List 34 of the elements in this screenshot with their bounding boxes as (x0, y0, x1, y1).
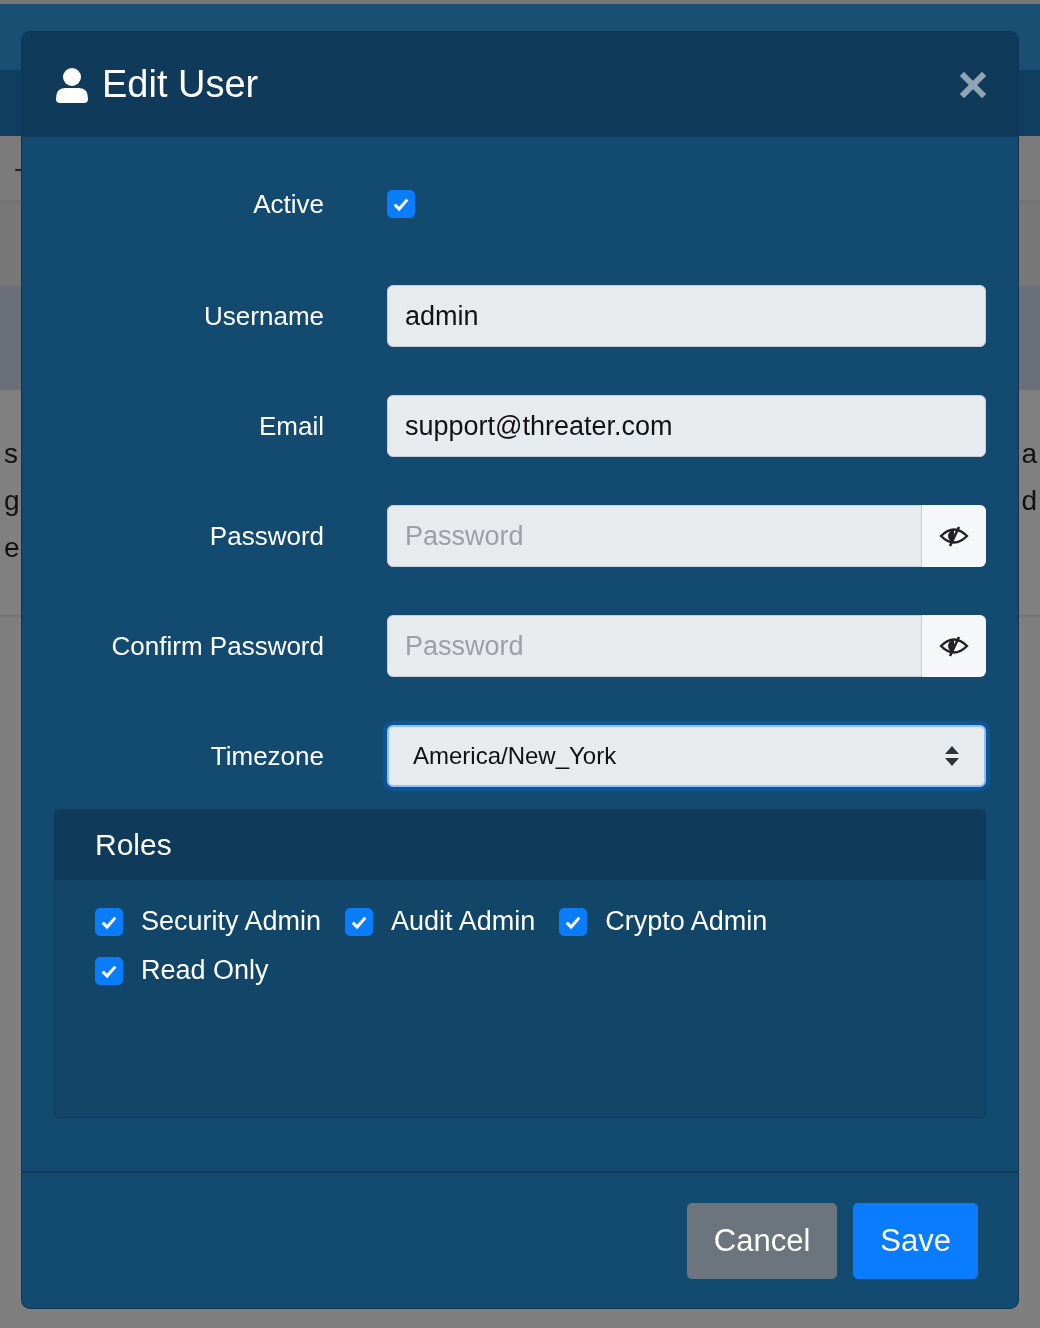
role-checkbox[interactable]: Security Admin (95, 906, 322, 937)
background-text: g (4, 484, 20, 518)
input-field[interactable]: support@threater.com (387, 395, 986, 457)
panel-title: Roles (95, 828, 172, 862)
background-text: e (4, 531, 20, 565)
background-text: d (1021, 484, 1037, 518)
field-label: Active (252, 188, 324, 220)
eye-slash-icon[interactable] (922, 615, 986, 677)
role-checkbox[interactable]: Read Only (95, 955, 269, 986)
user-icon (54, 66, 90, 103)
field-label: Username (203, 300, 324, 332)
checkbox[interactable] (95, 956, 123, 985)
save-button[interactable]: Save (853, 1202, 978, 1279)
close-button[interactable] (960, 71, 986, 98)
role-checkbox[interactable]: Crypto Admin (559, 906, 768, 937)
eye-slash-icon[interactable] (922, 505, 986, 567)
input-field[interactable]: admin (387, 285, 986, 347)
active-checkbox[interactable] (387, 190, 415, 218)
field-label: Confirm Password (110, 630, 324, 662)
field-label: Password (208, 520, 324, 552)
dialog-title: Edit User (102, 63, 260, 106)
password-field[interactable]: Password (387, 615, 922, 677)
table-cell-text: - (13, 152, 23, 184)
checkbox[interactable] (345, 907, 374, 936)
role-checkbox[interactable]: Audit Admin (345, 906, 536, 937)
field-label: Email (258, 410, 324, 442)
checkbox[interactable] (95, 907, 123, 936)
password-field[interactable]: Password (387, 505, 922, 567)
checkbox[interactable] (559, 907, 588, 936)
sort-icon (944, 745, 960, 767)
background-text: s (4, 437, 19, 471)
cancel-button[interactable]: Cancel (686, 1202, 838, 1279)
field-label: Timezone (209, 740, 324, 772)
background-text: a (1021, 437, 1037, 471)
